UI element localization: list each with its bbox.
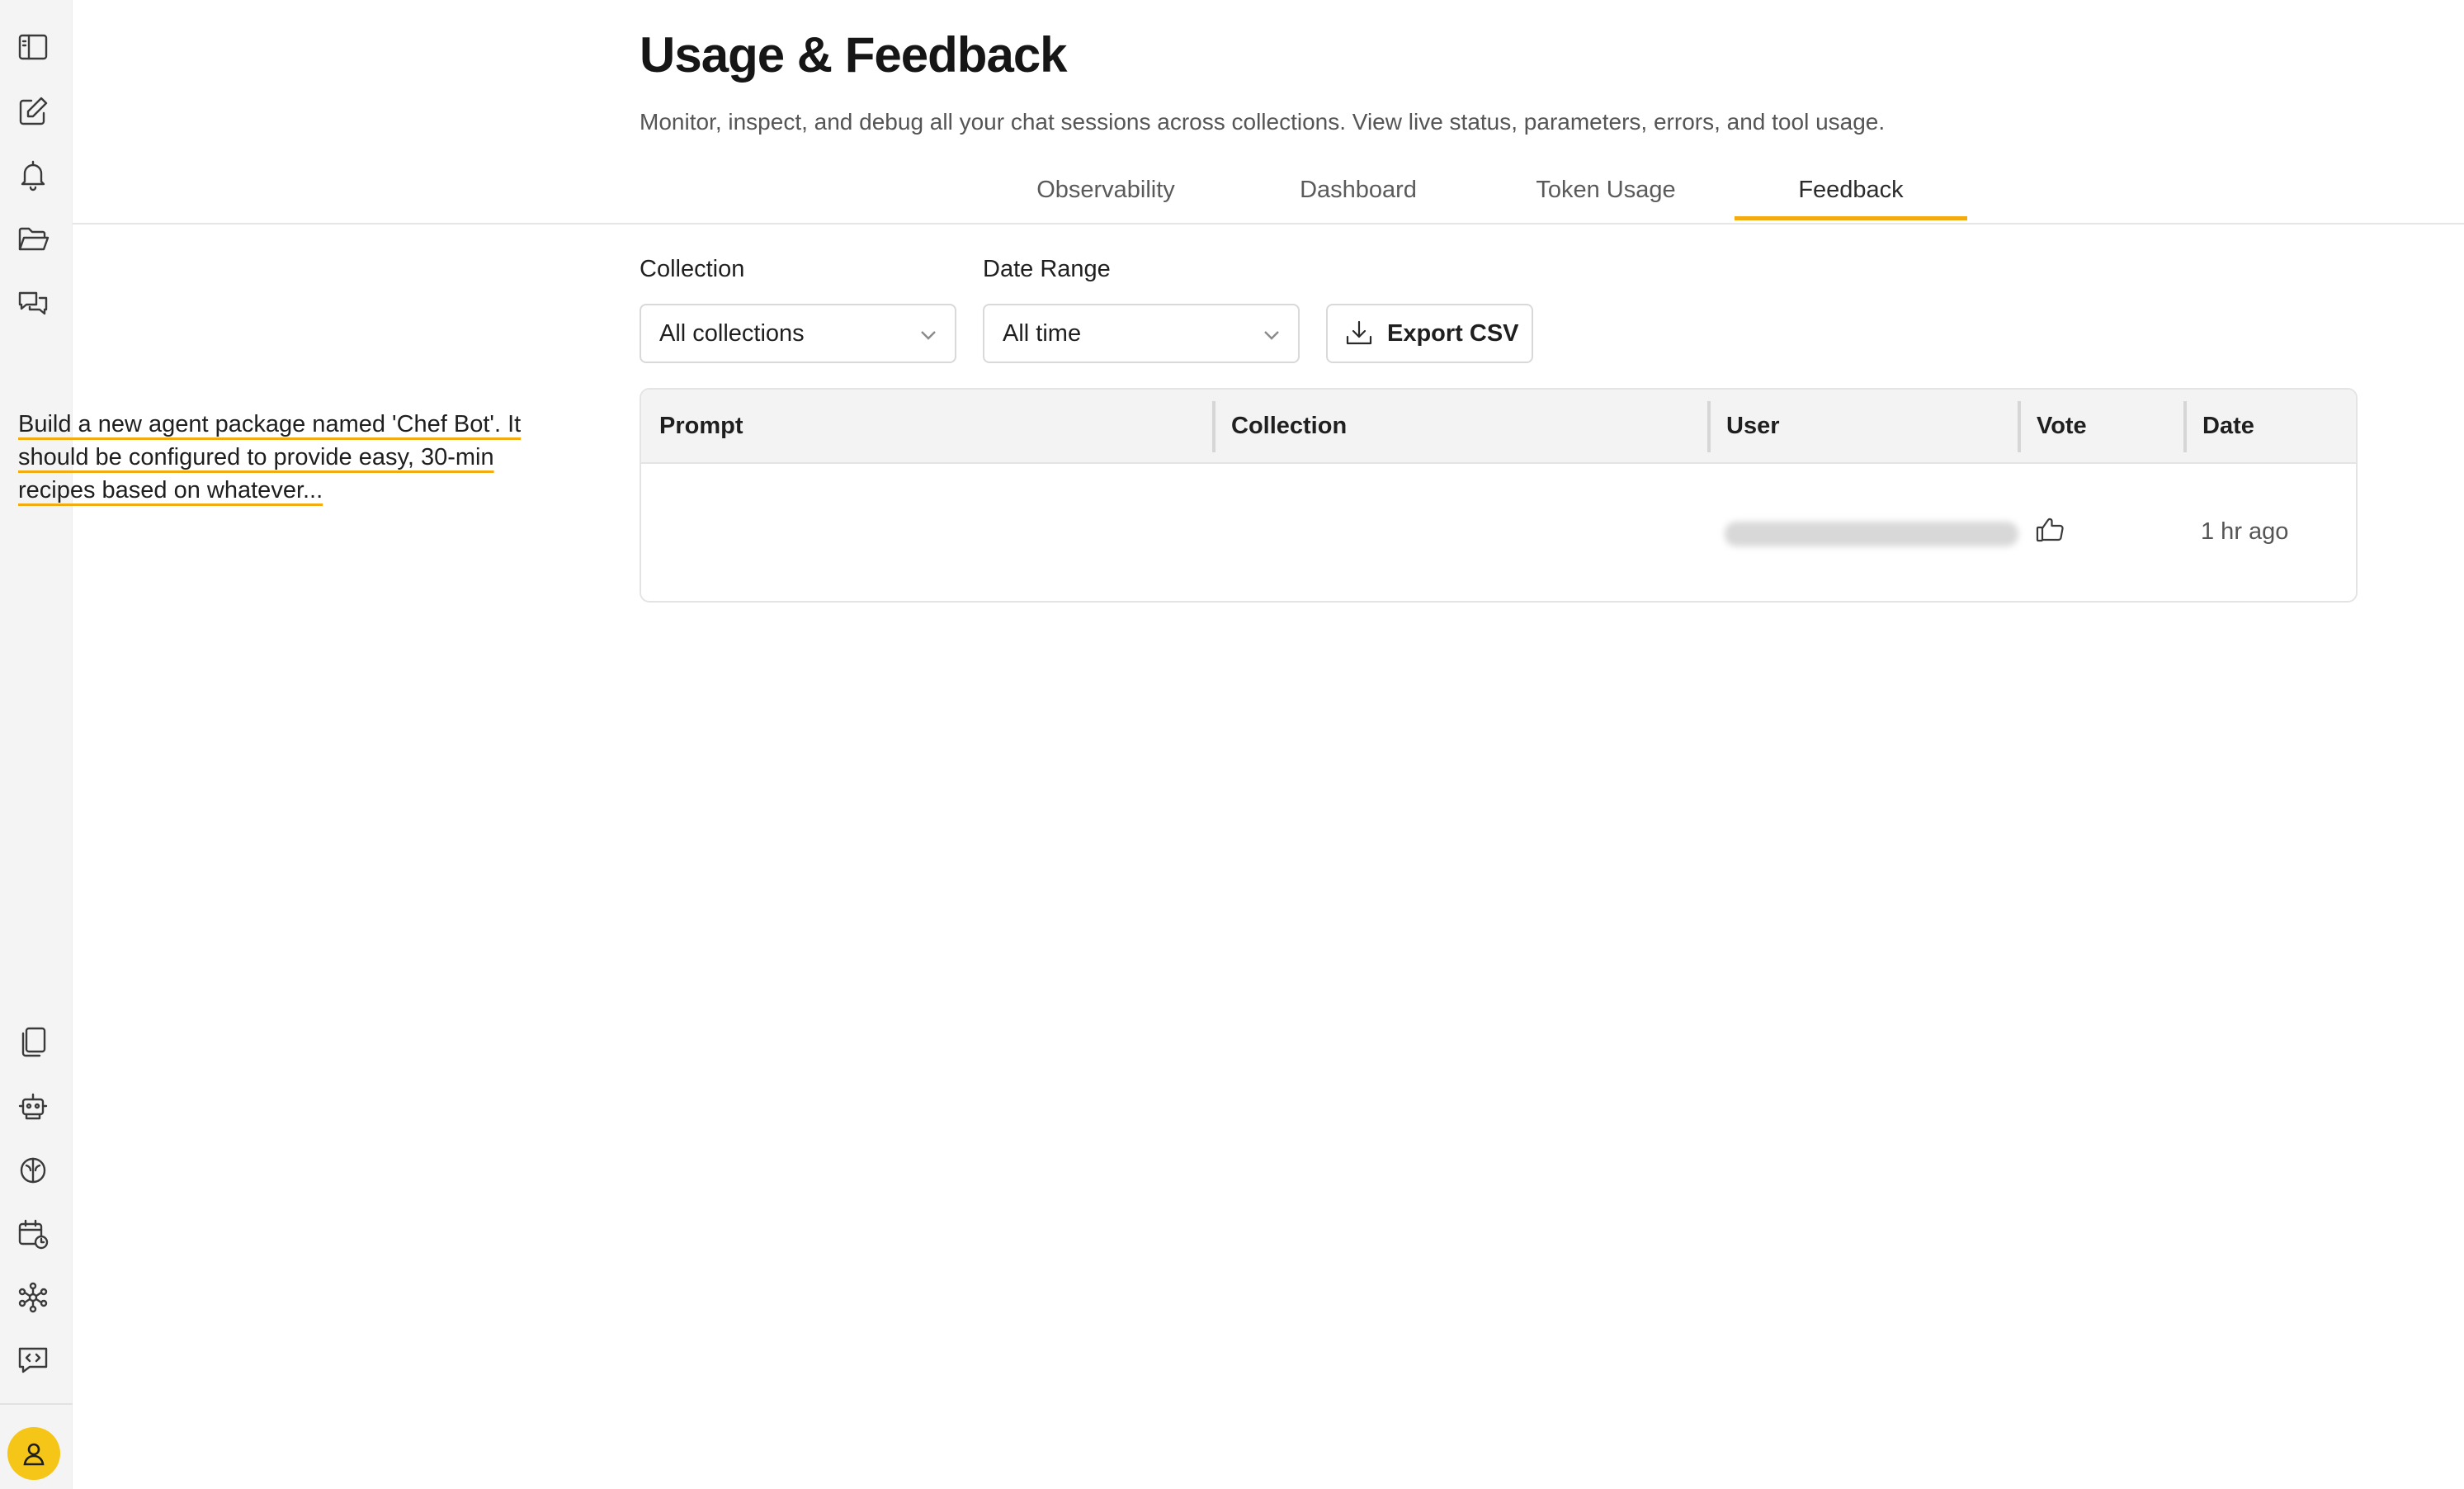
- table-row[interactable]: [641, 464, 2356, 601]
- user-icon: [23, 1443, 45, 1466]
- prompt-line: Build a new agent package named 'Chef Bo…: [18, 411, 522, 437]
- prompt-link[interactable]: Build a new agent package named 'Chef Bo…: [18, 408, 546, 507]
- prompt-line: recipes based on whatever...: [18, 477, 323, 503]
- column-resize-handle[interactable]: [2183, 401, 2187, 452]
- tab-dashboard[interactable]: Dashboard: [1261, 177, 1456, 223]
- date-range-select[interactable]: All time: [983, 304, 1300, 363]
- prompt-line: should be configured to provide easy, 30…: [18, 444, 494, 470]
- column-header-vote[interactable]: Vote: [2037, 413, 2087, 440]
- table-header: Prompt Collection User Vote Date: [641, 390, 2356, 464]
- folder-open-icon[interactable]: [15, 221, 51, 258]
- tab-observability[interactable]: Observability: [1003, 177, 1208, 223]
- robot-icon[interactable]: [15, 1088, 51, 1124]
- sidebar-divider: [0, 1403, 73, 1405]
- date-range-select-value: All time: [1003, 319, 1082, 347]
- collection-filter-label: Collection: [640, 256, 745, 282]
- active-tab-indicator: [1735, 216, 1967, 220]
- feedback-table: Prompt Collection User Vote Date: [640, 388, 2358, 603]
- compose-icon[interactable]: [15, 93, 51, 130]
- date-range-filter-label: Date Range: [983, 256, 1111, 282]
- column-resize-handle[interactable]: [1707, 401, 1711, 452]
- date-cell: 1 hr ago: [2201, 518, 2289, 545]
- avatar[interactable]: [7, 1427, 60, 1480]
- download-icon: [1346, 320, 1372, 345]
- column-header-prompt[interactable]: Prompt: [659, 413, 743, 440]
- chevron-down-icon: [1260, 324, 1283, 347]
- chevron-down-icon: [917, 324, 940, 347]
- column-header-date[interactable]: Date: [2202, 413, 2254, 440]
- column-header-user[interactable]: User: [1726, 413, 1780, 440]
- page-subtitle: Monitor, inspect, and debug all your cha…: [640, 109, 1886, 135]
- column-resize-handle[interactable]: [1212, 401, 1215, 452]
- bell-icon[interactable]: [15, 157, 51, 193]
- thumbs-up-icon[interactable]: [2033, 512, 2070, 548]
- chat-bubbles-icon[interactable]: [15, 285, 51, 321]
- tab-bar: Observability Dashboard Token Usage Feed…: [73, 162, 2464, 225]
- export-csv-button[interactable]: Export CSV: [1326, 304, 1533, 363]
- export-csv-label: Export CSV: [1387, 319, 1519, 347]
- code-chat-icon[interactable]: [15, 1342, 51, 1378]
- brain-icon[interactable]: [15, 1152, 51, 1189]
- column-resize-handle[interactable]: [2018, 401, 2021, 452]
- collection-select[interactable]: All collections: [640, 304, 956, 363]
- sidebar: [0, 0, 73, 1489]
- collection-select-value: All collections: [659, 319, 805, 347]
- network-icon[interactable]: [15, 1279, 51, 1316]
- page-title: Usage & Feedback: [640, 27, 1068, 83]
- documents-icon[interactable]: [15, 1023, 51, 1060]
- user-email-redacted: [1725, 522, 2018, 546]
- column-header-collection[interactable]: Collection: [1231, 413, 1347, 440]
- tab-token-usage[interactable]: Token Usage: [1508, 177, 1703, 223]
- calendar-clock-icon[interactable]: [15, 1216, 51, 1252]
- sidebar-toggle-icon[interactable]: [15, 29, 51, 65]
